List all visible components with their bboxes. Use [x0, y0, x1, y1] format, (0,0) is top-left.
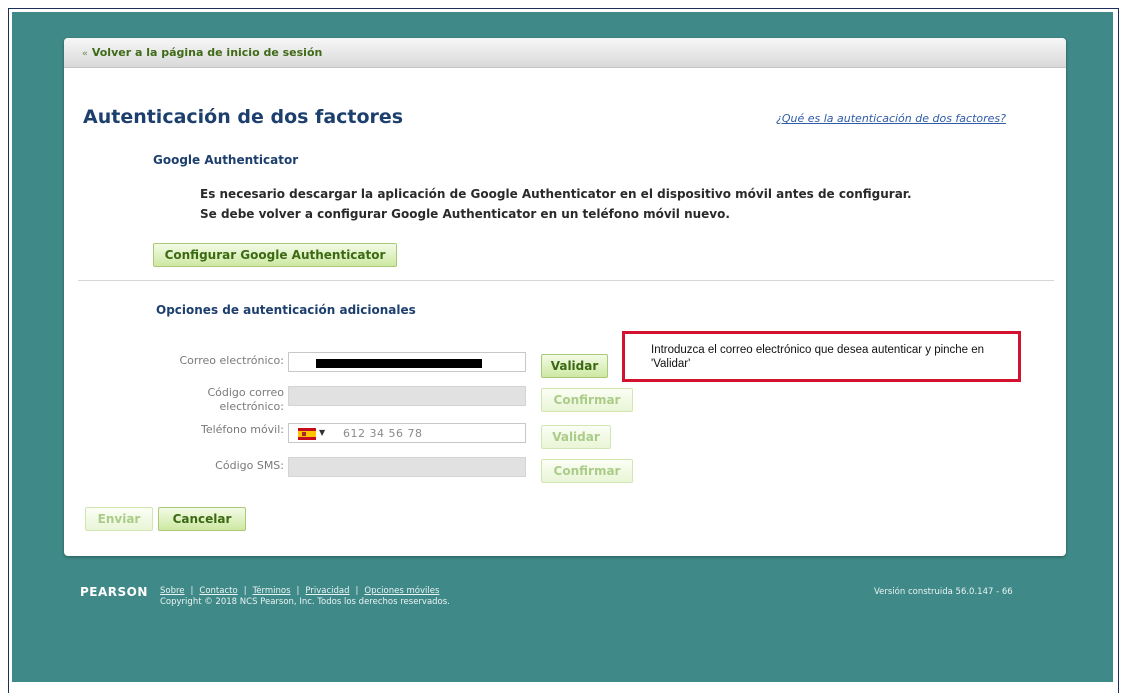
mobile-phone-input[interactable]: ▼ 612 34 56 78 [288, 423, 526, 443]
google-description-line2: Se debe volver a configurar Google Authe… [200, 207, 730, 221]
footer-link-about[interactable]: Sobre [160, 586, 185, 596]
chevron-left-icon: « [82, 49, 88, 59]
build-version: Versión construida 56.0.147 - 66 [874, 587, 1013, 597]
footer-links: Sobre | Contacto | Términos | Privacidad | Opcio… [160, 586, 440, 596]
email-code-label-line1: Código correo [207, 386, 284, 399]
confirm-sms-code-button[interactable]: Confirmar [541, 459, 633, 483]
email-code-label-line2: electrónico: [219, 400, 284, 413]
email-label: Correo electrónico: [179, 354, 285, 367]
help-link[interactable]: ¿Qué es la autenticación de dos factores… [776, 112, 1006, 125]
send-button[interactable]: Enviar [85, 507, 153, 531]
footer-link-terms[interactable]: Términos [253, 586, 291, 596]
section-divider [78, 280, 1054, 281]
callout-text: Introduzca el correo electrónico que des… [651, 344, 985, 370]
google-authenticator-heading: Google Authenticator [153, 153, 299, 167]
back-to-login-link[interactable]: «Volver a la página de inicio de sesión [82, 46, 322, 59]
footer-link-mobile-options[interactable]: Opciones móviles [364, 586, 439, 596]
sms-code-label: Código SMS: [215, 459, 284, 472]
confirm-email-code-button[interactable]: Confirmar [541, 388, 633, 412]
pearson-logo: PEARSON [80, 585, 148, 599]
configure-google-authenticator-button[interactable]: Configurar Google Authenticator [153, 243, 397, 267]
validate-email-button[interactable]: Validar [541, 354, 608, 378]
back-bar: «Volver a la página de inicio de sesión [64, 38, 1066, 68]
validate-phone-button[interactable]: Validar [541, 425, 611, 449]
country-dropdown-icon[interactable]: ▼ [319, 428, 325, 437]
sms-code-input[interactable] [288, 457, 526, 477]
footer-link-privacy[interactable]: Privacidad [305, 586, 349, 596]
phone-placeholder: 612 34 56 78 [343, 427, 423, 440]
instruction-callout: Introduzca el correo electrónico que des… [622, 331, 1021, 382]
email-code-input[interactable] [288, 386, 526, 406]
mobile-phone-label: Teléfono móvil: [200, 423, 284, 436]
cancel-button[interactable]: Cancelar [158, 507, 246, 531]
email-input[interactable] [288, 352, 526, 372]
main-card: «Volver a la página de inicio de sesión … [64, 38, 1066, 556]
spain-flag-icon[interactable] [298, 428, 316, 440]
google-description-line1: Es necesario descargar la aplicación de … [200, 187, 912, 201]
copyright-text: Copyright © 2018 NCS Pearson, Inc. Todos… [160, 597, 450, 607]
additional-options-heading: Opciones de autenticación adicionales [156, 303, 416, 317]
back-link-label: Volver a la página de inicio de sesión [91, 46, 323, 59]
redacted-email-bar [316, 359, 482, 368]
footer-link-contact[interactable]: Contacto [199, 586, 237, 596]
page-title: Autenticación de dos factores [83, 106, 404, 128]
